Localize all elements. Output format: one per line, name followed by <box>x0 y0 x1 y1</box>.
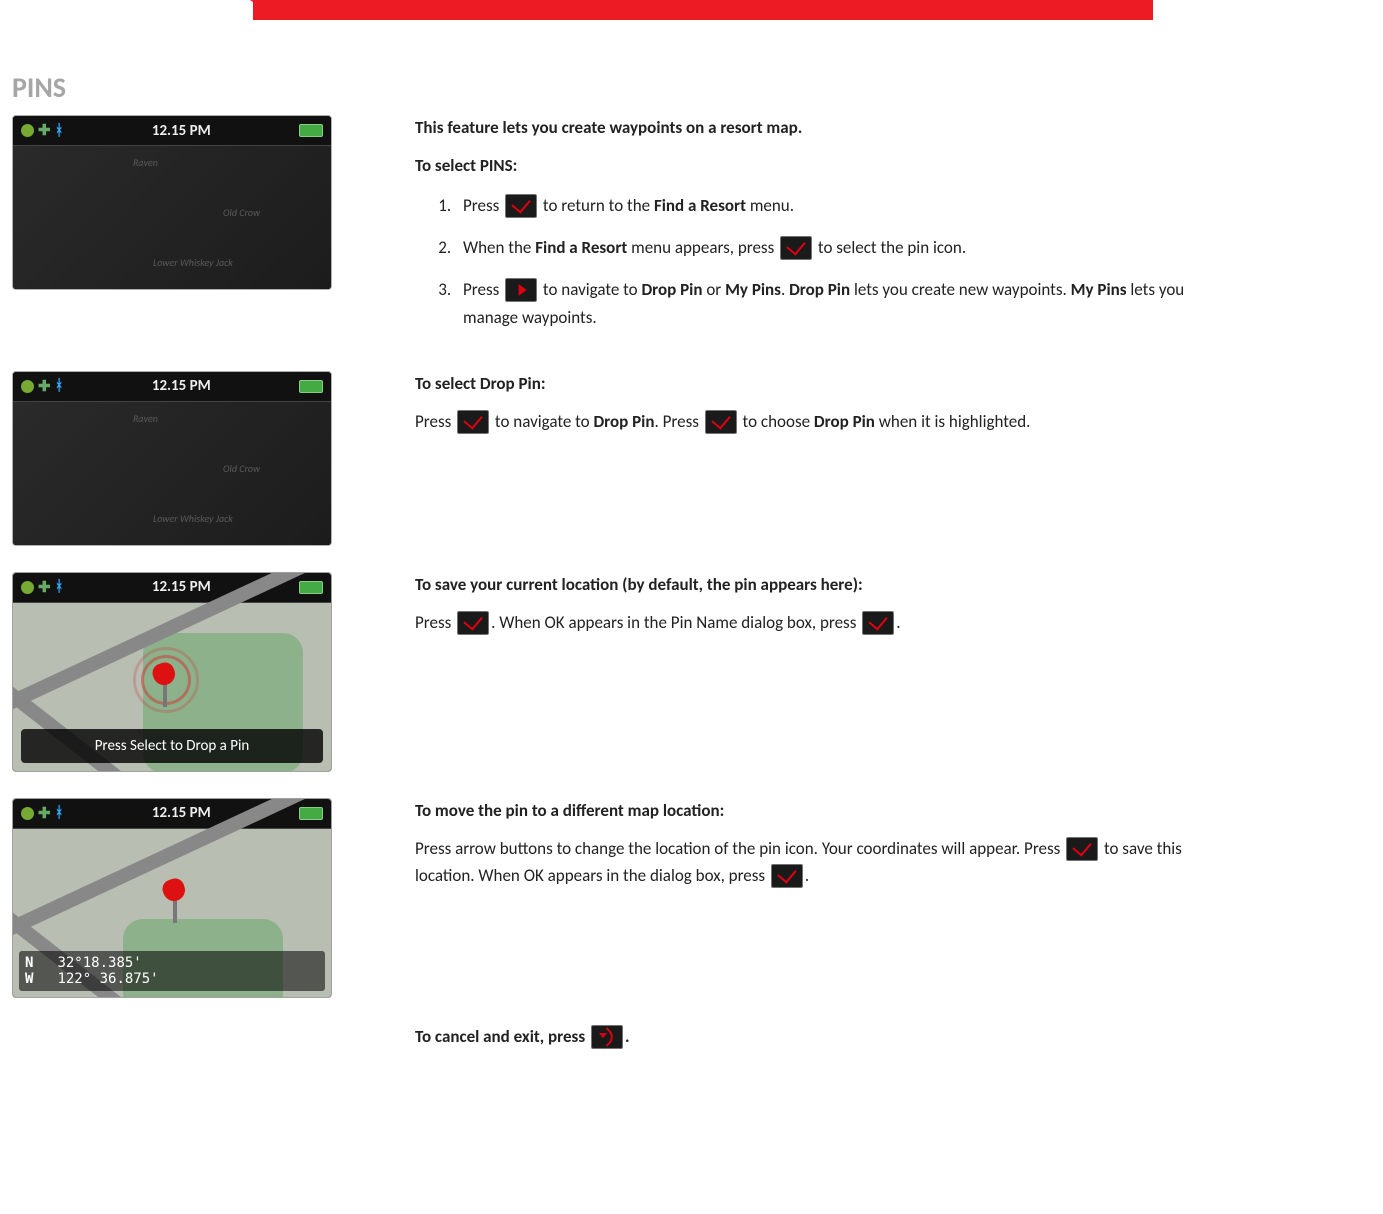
select-icon <box>780 236 812 260</box>
step-3: Press to navigate to Drop Pin or My Pins… <box>455 276 1200 331</box>
battery-icon <box>299 581 323 594</box>
screenshot-move-pin-map: ✚ ᚼ 12.15 PM NW 32°18.385'122° 36.875' <box>12 798 332 998</box>
select-icon <box>457 611 489 635</box>
select-icon <box>771 864 803 888</box>
select-icon <box>1066 837 1098 861</box>
screenshot-pin-menu-2: ✚ ᚼ 12.15 PM Raven Old Crow Lower Whiske… <box>12 371 332 546</box>
select-icon <box>505 194 537 218</box>
to-select-heading: To select PINS: <box>415 153 1200 179</box>
map-pin-icon <box>153 663 175 707</box>
bluetooth-icon: ᚼ <box>55 377 64 395</box>
drop-pin-text: Press to navigate to Drop Pin. Press to … <box>415 409 1200 436</box>
battery-icon <box>299 380 323 393</box>
back-icon <box>591 1025 623 1049</box>
bluetooth-icon: ᚼ <box>55 804 64 822</box>
gps-icon <box>21 380 34 393</box>
screenshot-pin-menu-1: ✚ ᚼ 12.15 PM Raven Old Crow Lower Whiske… <box>12 115 332 290</box>
clock: 12.15 PM <box>152 122 211 140</box>
signal-icon: ✚ <box>38 578 51 597</box>
nav-icon <box>505 278 537 302</box>
move-pin-heading: To move the pin to a different map locat… <box>415 798 1200 824</box>
drop-pin-prompt: Press Select to Drop a Pin <box>21 729 323 763</box>
feature-intro: This feature lets you create waypoints o… <box>415 115 1200 141</box>
gps-icon <box>21 807 34 820</box>
select-icon <box>862 611 894 635</box>
step-1: Press to return to the Find a Resort men… <box>455 192 1200 220</box>
cancel-text: To cancel and exit, press . <box>415 1024 1200 1051</box>
map-pin-icon <box>163 879 185 923</box>
move-pin-text: Press arrow buttons to change the locati… <box>415 836 1200 890</box>
save-location-heading: To save your current location (by defaul… <box>415 572 1200 598</box>
select-icon <box>705 410 737 434</box>
step-2: When the Find a Resort menu appears, pre… <box>455 234 1200 262</box>
steps-list: Press to return to the Find a Resort men… <box>415 192 1200 331</box>
screenshot-drop-pin-map: ✚ ᚼ 12.15 PM Press Select to Drop a Pin <box>12 572 332 772</box>
signal-icon: ✚ <box>38 377 51 396</box>
battery-icon <box>299 124 323 137</box>
battery-icon <box>299 807 323 820</box>
device-status-bar: ✚ ᚼ 12.15 PM <box>13 116 331 146</box>
top-accent-stripe <box>0 0 1383 22</box>
bluetooth-icon: ᚼ <box>55 578 64 596</box>
gps-icon <box>21 581 34 594</box>
drop-pin-heading: To select Drop Pin: <box>415 371 1200 397</box>
select-icon <box>457 410 489 434</box>
signal-icon: ✚ <box>38 121 51 140</box>
signal-icon: ✚ <box>38 804 51 823</box>
save-location-text: Press . When OK appears in the Pin Name … <box>415 610 1200 637</box>
gps-icon <box>21 124 34 137</box>
bluetooth-icon: ᚼ <box>55 122 64 140</box>
page-title: PINS <box>12 70 1383 105</box>
coordinates-display: NW 32°18.385'122° 36.875' <box>19 951 325 991</box>
